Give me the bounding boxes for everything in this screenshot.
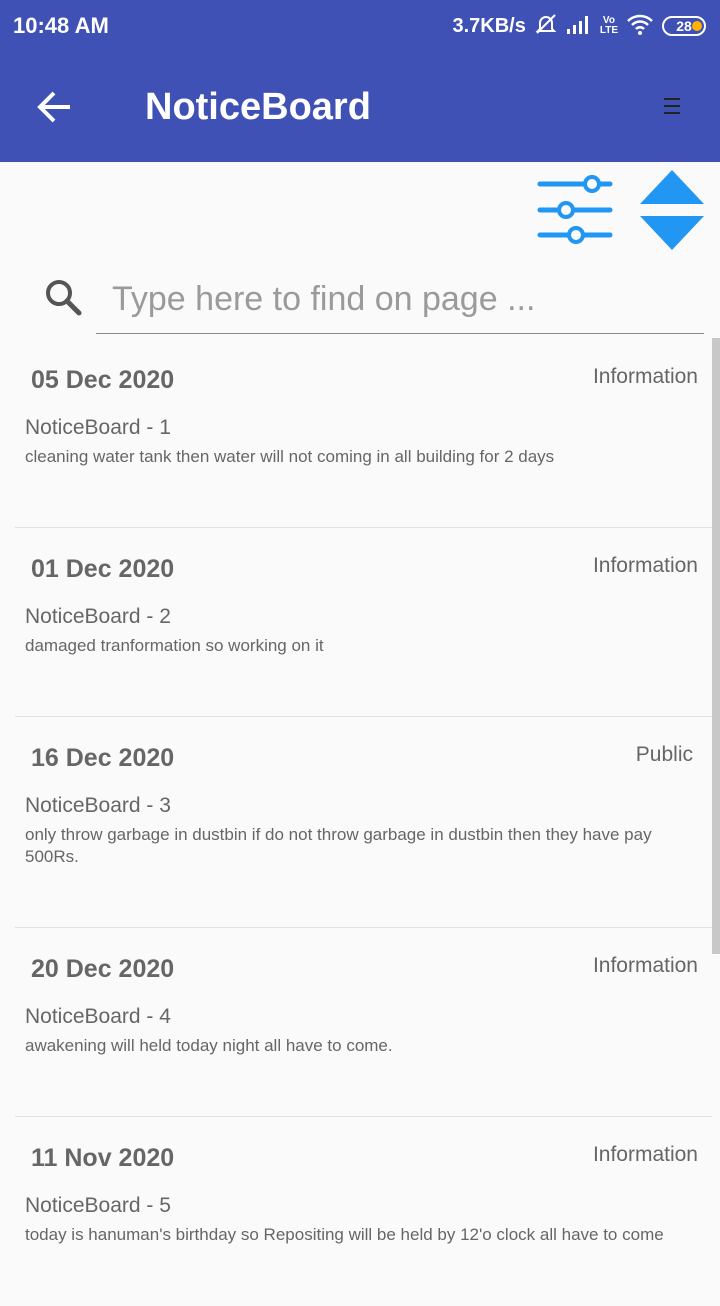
notice-date: 16 Dec 2020	[31, 744, 175, 772]
notice-type: Information	[592, 1143, 698, 1166]
app-bar: NoticeBoard	[0, 52, 720, 162]
notice-type: Information	[592, 954, 698, 977]
search-icon[interactable]	[42, 276, 84, 318]
battery-level: 28	[676, 18, 692, 34]
list-item[interactable]: 01 Dec 2020 Information NoticeBoard - 2 …	[15, 529, 712, 717]
notice-title: NoticeBoard - 1	[25, 416, 171, 439]
sort-button[interactable]	[636, 168, 708, 252]
notice-title: NoticeBoard - 2	[25, 605, 171, 628]
notice-type: Information	[592, 365, 698, 388]
back-button[interactable]	[30, 82, 80, 132]
list-item[interactable]: 20 Dec 2020 Information NoticeBoard - 4 …	[15, 929, 712, 1117]
filter-button[interactable]	[534, 172, 616, 248]
notice-description: today is hanuman's birthday so Repositin…	[25, 1225, 664, 1244]
notice-title: NoticeBoard - 4	[25, 1005, 171, 1028]
volte-bottom: LTE	[599, 25, 618, 36]
page-title: NoticeBoard	[145, 86, 371, 128]
menu-icon	[664, 98, 680, 114]
arrow-back-icon	[37, 91, 70, 123]
sliders-filter-icon	[537, 175, 613, 244]
search-input[interactable]	[96, 266, 704, 334]
notice-description: only throw garbage in dustbin if do not …	[25, 825, 652, 866]
search-bar	[0, 260, 720, 340]
menu-button[interactable]	[660, 94, 684, 118]
signal-icon	[566, 13, 592, 40]
notice-description: damaged tranformation so working on it	[25, 636, 324, 655]
notice-description: cleaning water tank then water will not …	[25, 447, 555, 466]
notice-date: 11 Nov 2020	[31, 1144, 175, 1172]
wifi-icon	[626, 13, 654, 40]
sort-up-down-icon	[640, 170, 704, 250]
list-item[interactable]: 11 Nov 2020 Information NoticeBoard - 5 …	[15, 1118, 712, 1306]
notice-list: 05 Dec 2020 Information NoticeBoard - 1 …	[0, 340, 720, 1280]
notice-title: NoticeBoard - 5	[25, 1194, 171, 1217]
status-time: 10:48 AM	[13, 13, 109, 38]
list-item[interactable]: 05 Dec 2020 Information NoticeBoard - 1 …	[15, 340, 712, 528]
notice-description: awakening will held today night all have…	[25, 1036, 393, 1055]
list-item[interactable]: 16 Dec 2020 Public NoticeBoard - 3 only …	[15, 718, 712, 928]
status-icons: 3.7KB/s Vo LTE 28	[452, 12, 706, 40]
notice-type: Information	[592, 554, 698, 577]
battery-icon: 28	[662, 16, 706, 36]
network-speed: 3.7KB/s	[452, 14, 526, 37]
notice-date: 01 Dec 2020	[31, 555, 175, 583]
volte-icon: Vo LTE	[600, 16, 618, 36]
status-bar: 10:48 AM 3.7KB/s Vo LTE 28	[0, 0, 720, 52]
scrollbar[interactable]	[712, 338, 720, 954]
notice-date: 05 Dec 2020	[31, 366, 175, 394]
notice-type: Public	[635, 743, 693, 766]
notice-title: NoticeBoard - 3	[25, 794, 171, 817]
battery-saver-dot	[692, 21, 702, 31]
mute-alarm-icon	[534, 12, 558, 41]
notice-date: 20 Dec 2020	[31, 955, 175, 983]
